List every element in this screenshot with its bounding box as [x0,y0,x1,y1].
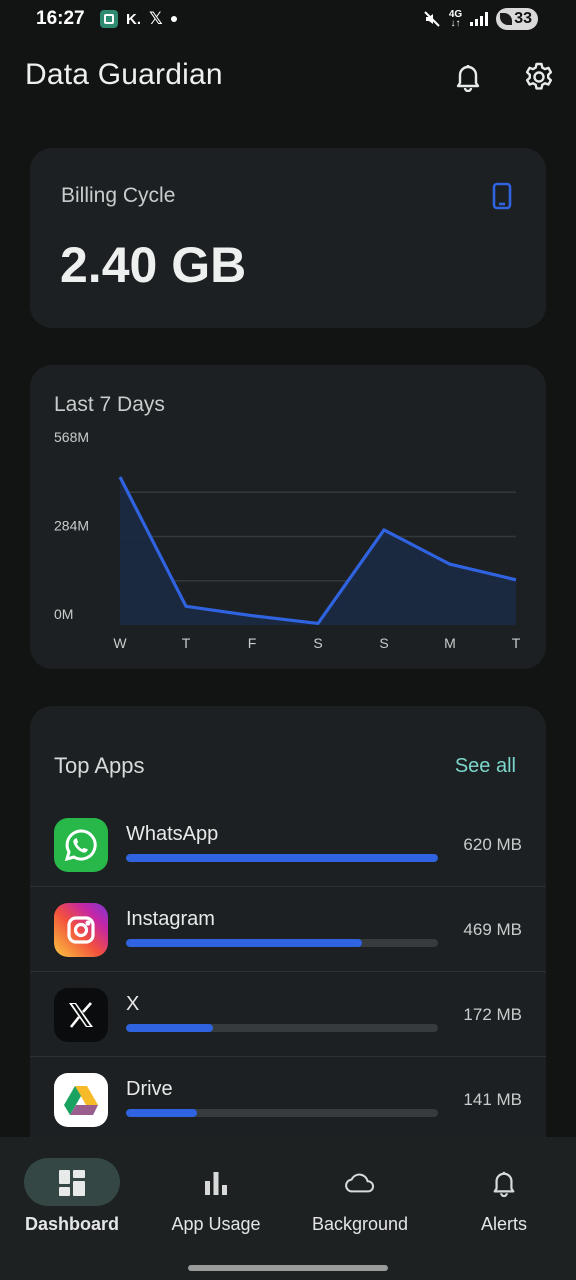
network-type: 4G ↓↑ [448,9,463,29]
bar-chart-icon [200,1167,232,1199]
app-title: Data Guardian [25,58,223,91]
app-size: 469 MB [463,920,522,939]
battery-level: 33 [514,10,532,27]
app-name: Drive [126,1078,173,1100]
nav-label: Dashboard [24,1214,120,1234]
nav-label: Background [311,1214,409,1234]
phone-icon [492,182,512,210]
status-bar: 16:27 K. 𝕏 4G ↓↑ 33 [0,0,576,40]
app-name: X [126,993,140,1015]
top-apps-title: Top Apps [54,753,145,778]
mute-icon [424,11,440,27]
usage-bar-fill [126,939,362,947]
nav-background[interactable]: Background [288,1137,432,1257]
nav-label: Alerts [480,1214,527,1234]
x-tick-label: S [379,635,388,651]
cloud-icon [344,1167,376,1199]
app-size: 172 MB [463,1005,522,1024]
app-row-drive[interactable]: Drive 141 MB [30,1057,546,1142]
home-indicator[interactable] [188,1265,388,1271]
area-fill [120,476,516,625]
usage-bar-fill [126,1024,213,1032]
see-all-link[interactable]: See all [455,755,516,778]
bottom-navigation: Dashboard App Usage Background Alerts [0,1137,576,1280]
nav-label: App Usage [171,1214,261,1234]
app-name: Instagram [126,908,215,930]
x-logo-icon [54,988,108,1042]
billing-value: 2.40 GB [60,237,247,293]
usage-bar [126,939,438,947]
nav-alerts[interactable]: Alerts [432,1137,576,1257]
app-size: 141 MB [463,1090,522,1109]
whatsapp-icon [54,818,108,872]
app-row-instagram[interactable]: Instagram 469 MB [30,887,546,972]
y-tick-label: 568M [54,429,89,445]
battery-saver-icon [500,13,513,25]
bell-icon [488,1167,520,1199]
usage-bar-fill [126,1109,197,1117]
app-row-x[interactable]: X 172 MB [30,972,546,1057]
billing-label: Billing Cycle [61,184,176,207]
instagram-icon [54,903,108,957]
dashboard-icon [56,1167,88,1199]
signal-icon [470,12,489,26]
x-tick-label: T [182,635,191,651]
status-notification-icons: K. 𝕏 [100,9,177,29]
usage-bar [126,1109,438,1117]
x-tick-label: F [248,635,257,651]
status-time: 16:27 [36,8,85,29]
last-7-days-card: Last 7 Days 568M 284M 0M W T F S S M T [30,365,546,669]
billing-card[interactable]: Billing Cycle 2.40 GB [30,148,546,328]
status-system-icons: 4G ↓↑ 33 [423,8,538,30]
usage-bar [126,1024,438,1032]
y-tick-label: 0M [54,606,73,622]
drive-icon [54,1073,108,1127]
app-name: WhatsApp [126,823,219,845]
usage-bar [126,854,438,862]
x-tick-label: T [512,635,521,651]
y-tick-label: 284M [54,518,89,534]
dot-icon [170,16,177,22]
top-apps-card: Top Apps See all WhatsApp 620 MB Instagr… [30,706,546,1166]
x-tick-label: S [313,635,322,651]
nav-dashboard[interactable]: Dashboard [0,1137,144,1257]
nav-app-usage[interactable]: App Usage [144,1137,288,1257]
usage-bar-fill [126,854,438,862]
app-size: 620 MB [463,835,522,854]
kite-icon: K. [126,10,141,28]
battery-indicator: 33 [496,8,538,30]
gear-icon[interactable] [522,60,556,94]
app-notification-icon [100,10,118,28]
usage-chart: 568M 284M 0M W T F S S M T [54,429,521,651]
bell-icon[interactable] [451,60,485,94]
app-row-whatsapp[interactable]: WhatsApp 620 MB [30,802,546,887]
x-icon: 𝕏 [149,9,163,28]
x-tick-label: W [113,635,127,651]
x-tick-label: M [444,635,456,651]
